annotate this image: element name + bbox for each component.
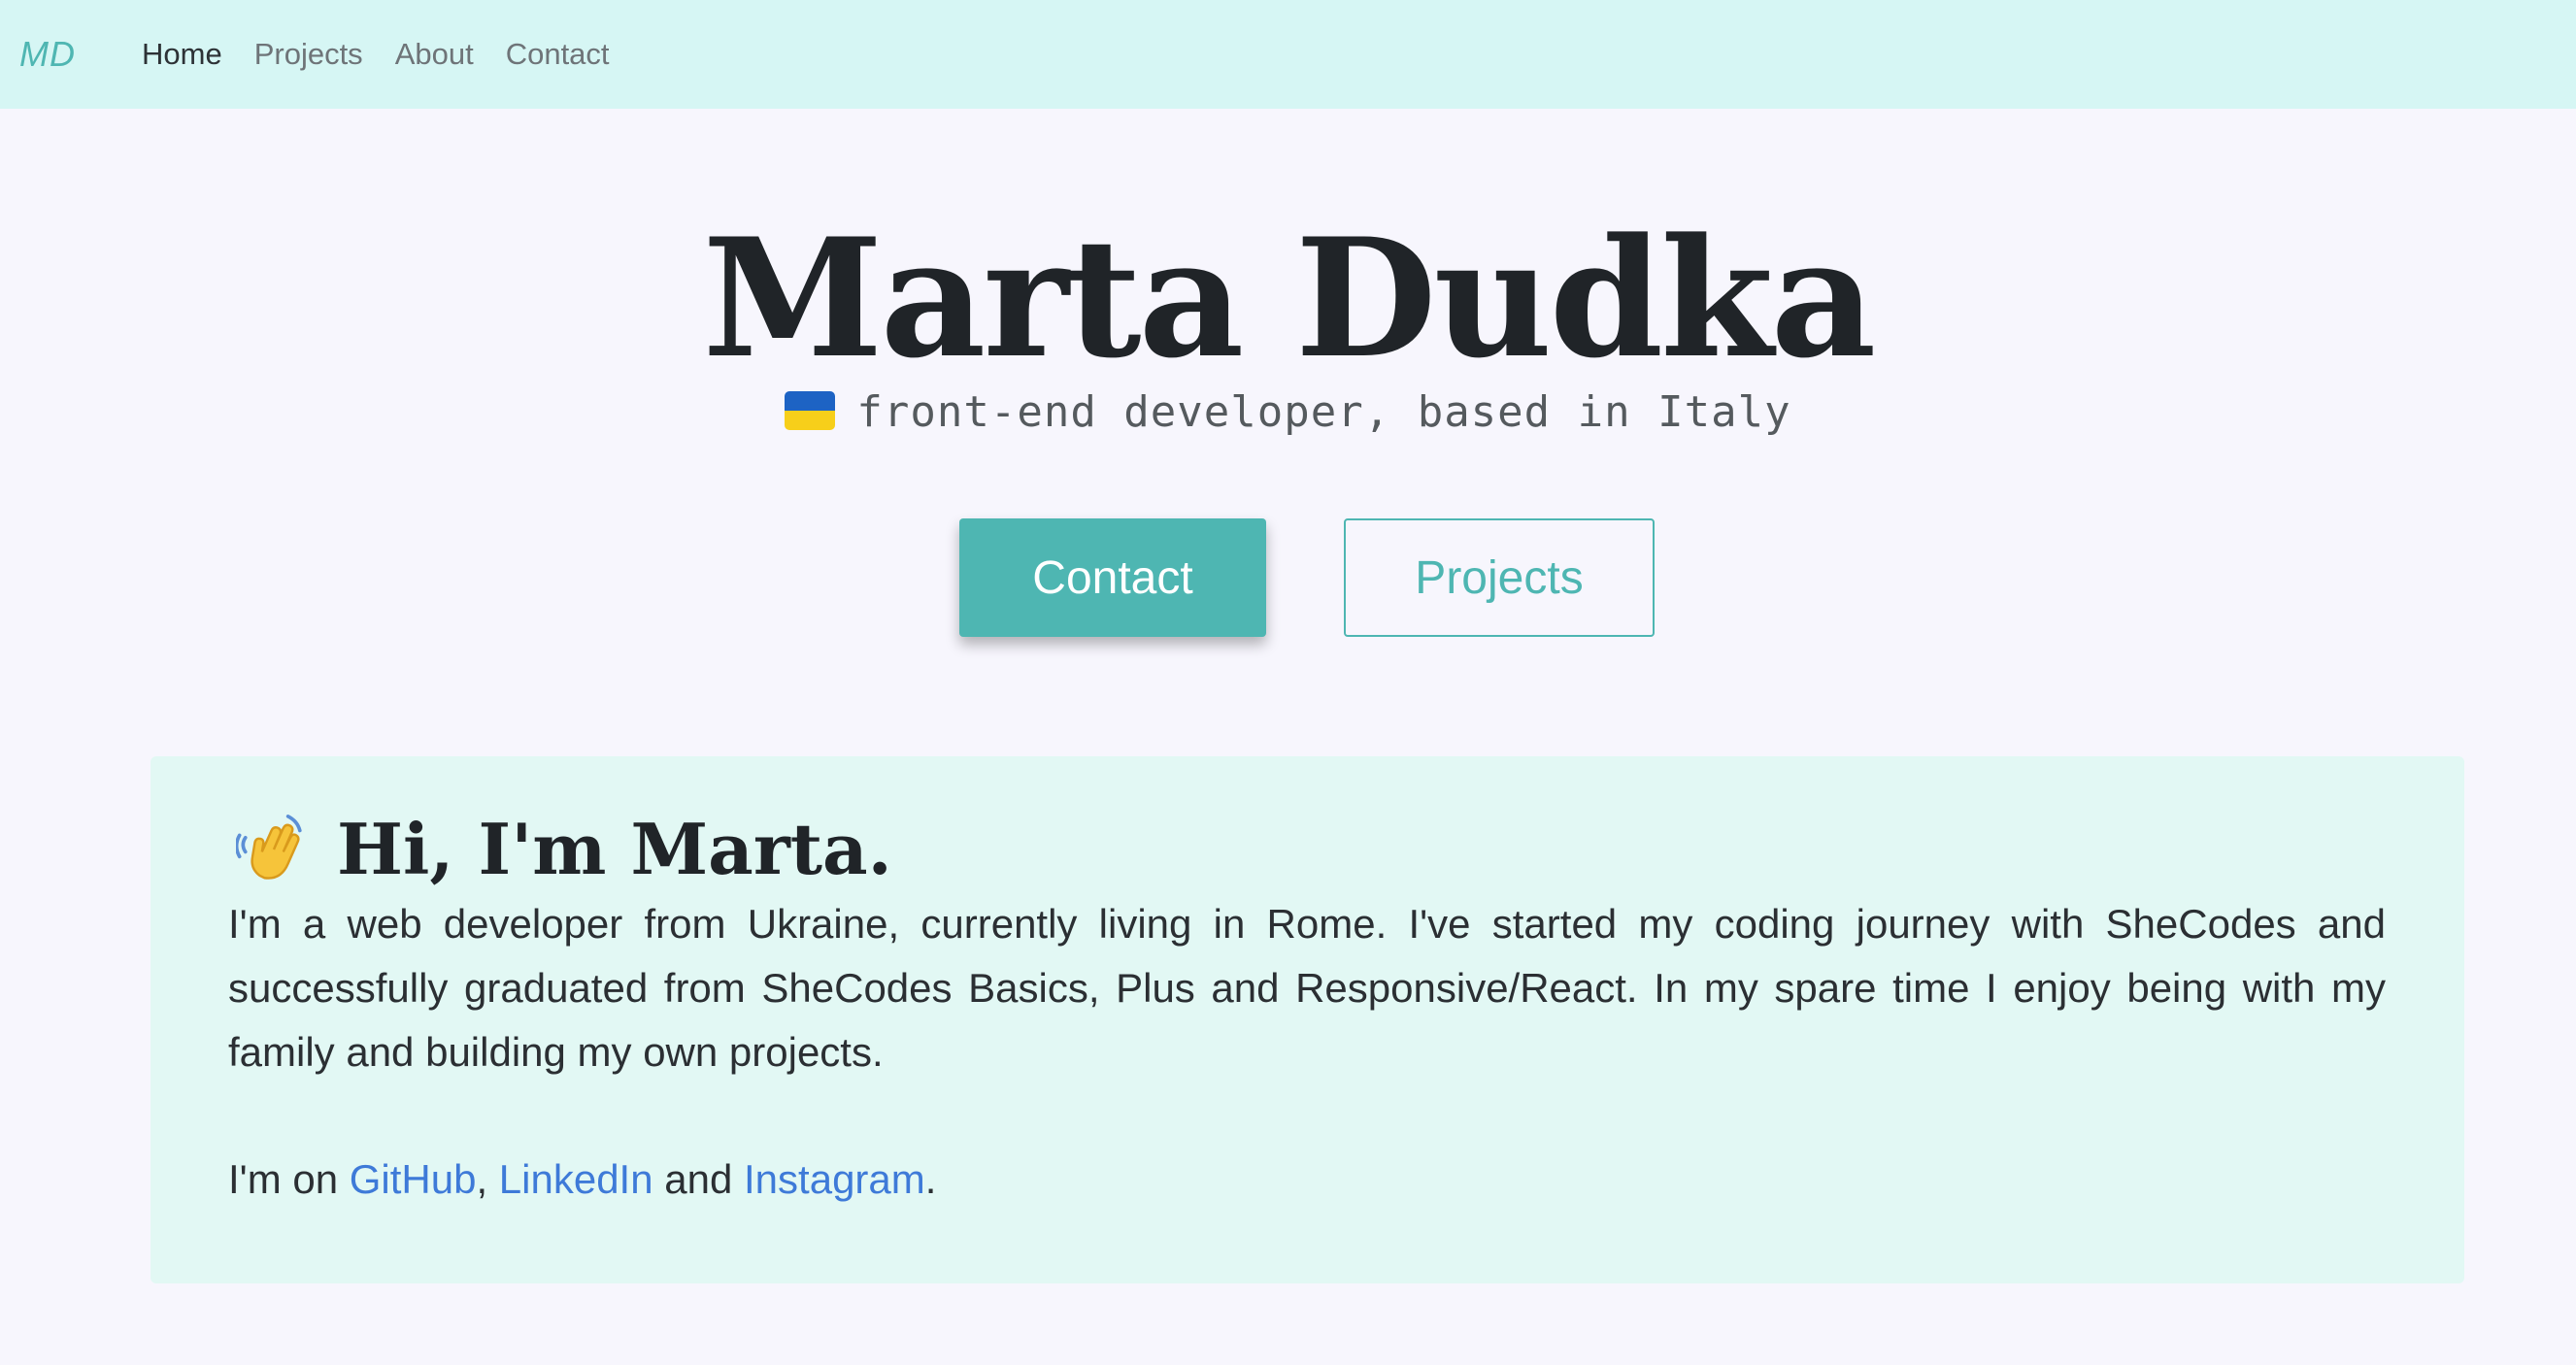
nav-links: Home Projects About Contact xyxy=(142,37,642,72)
hero-subtitle-line: front-end developer, based in Italy xyxy=(0,379,2576,447)
social-separator-and: and xyxy=(652,1156,745,1202)
brand-logo[interactable]: MD xyxy=(19,34,76,75)
social-links-line: I'm on GitHub, LinkedIn and Instagram. xyxy=(228,1148,936,1212)
about-card: Hi, I'm Marta. I'm a web developer from … xyxy=(151,756,2464,1283)
projects-button[interactable]: Projects xyxy=(1344,518,1655,637)
contact-button[interactable]: Contact xyxy=(959,518,1266,637)
hero-title: Marta Dudka xyxy=(702,202,1877,394)
about-paragraph: I'm a web developer from Ukraine, curren… xyxy=(228,901,2386,1075)
about-heading-row: Hi, I'm Marta. xyxy=(236,803,892,896)
nav-link-about[interactable]: About xyxy=(395,37,474,72)
github-link[interactable]: GitHub xyxy=(350,1156,477,1202)
about-heading: Hi, I'm Marta. xyxy=(337,808,892,890)
waving-hand-icon xyxy=(236,815,302,880)
social-separator: , xyxy=(476,1156,499,1202)
hero-subtitle: front-end developer, based in Italy xyxy=(856,387,1791,437)
top-navbar: MD Home Projects About Contact xyxy=(0,0,2576,109)
instagram-link[interactable]: Instagram xyxy=(744,1156,925,1202)
ukraine-flag-icon xyxy=(785,391,836,430)
nav-link-home[interactable]: Home xyxy=(142,37,222,72)
social-suffix: . xyxy=(924,1156,937,1202)
social-prefix: I'm on xyxy=(228,1156,350,1202)
nav-link-projects[interactable]: Projects xyxy=(254,37,363,72)
linkedin-link[interactable]: LinkedIn xyxy=(499,1156,653,1202)
nav-link-contact[interactable]: Contact xyxy=(506,37,610,72)
